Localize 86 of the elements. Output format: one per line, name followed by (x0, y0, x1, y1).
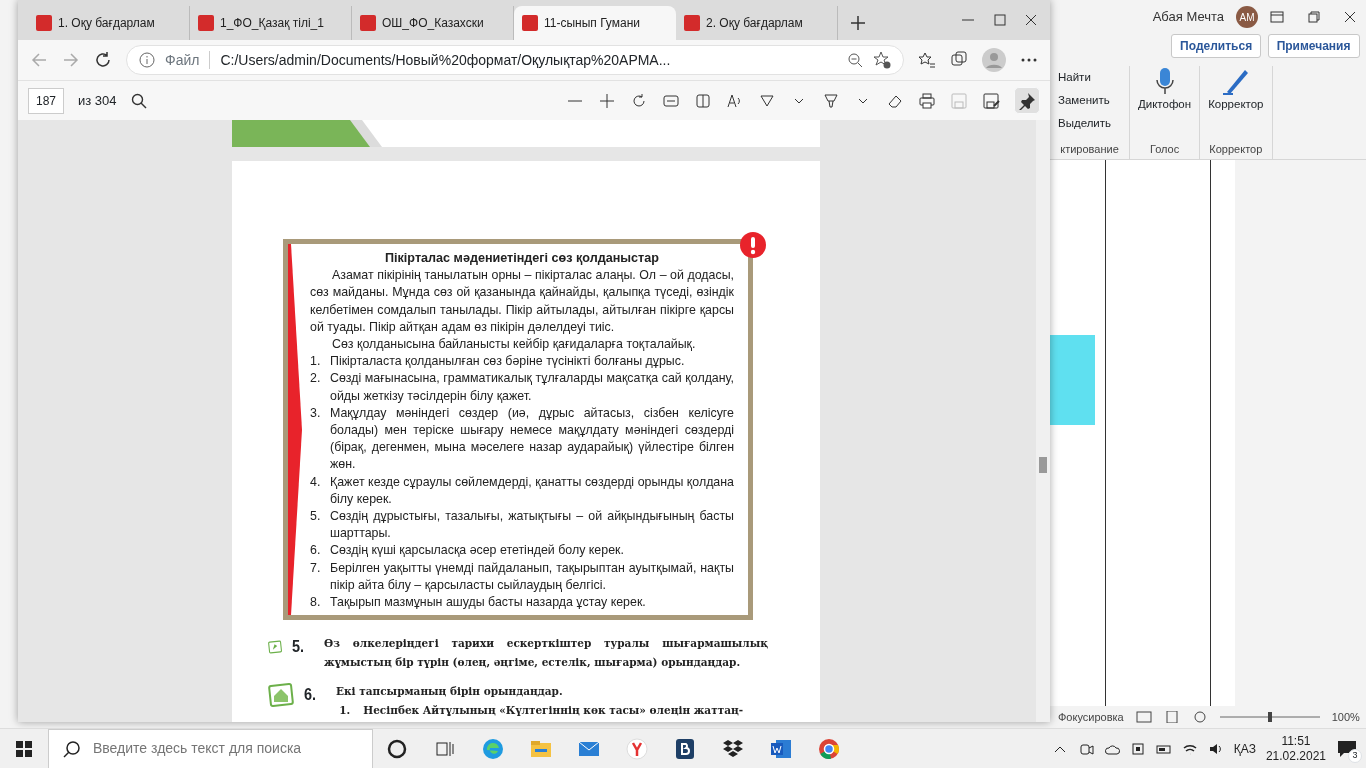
collections-icon[interactable] (950, 51, 968, 69)
pdf-icon (360, 15, 376, 31)
list-number: 6. (310, 542, 322, 560)
profile-icon[interactable] (982, 48, 1006, 72)
list-item-text: Сөздің дұрыстығы, тазалығы, жатықтығы – ой айқындығының басты шарттары. (330, 508, 734, 543)
add-favorite-icon[interactable] (873, 51, 891, 69)
ribbon-item[interactable]: Заменить (1058, 89, 1121, 112)
list-number: 1. (310, 353, 322, 371)
paragraph: Сөз қолданысына байланысты кейбір қағидаларға тоқталайық. (331, 336, 697, 353)
list-item-text: Пікірталаста қолданылған сөз бәріне түсінікті болғаны дұрыс. (330, 353, 685, 371)
close-icon[interactable] (1344, 11, 1356, 23)
task-number: 6. (303, 684, 317, 707)
user-avatar[interactable]: АМ (1236, 6, 1258, 28)
page-total: из 304 (78, 91, 117, 110)
zoom-level: 100% (1331, 709, 1360, 725)
info-icon (139, 52, 155, 68)
address-label: Файл (165, 50, 200, 70)
list-item-text: Тақырып мазмұнын ашуды басты назарда ұстау керек. (330, 594, 646, 612)
print-icon[interactable] (917, 91, 936, 110)
ribbon-button[interactable]: Корректор (1208, 96, 1264, 114)
task-text: Несіпбек Айтұлының «Күлтегіннің көк тасы» өлеңін жаттаң- (363, 703, 744, 719)
pdf-icon (198, 15, 214, 31)
list-number: 7. (310, 559, 322, 577)
ribbon-item[interactable]: Найти (1058, 66, 1121, 89)
close-icon[interactable] (1025, 14, 1037, 26)
list-number: 3. (310, 404, 322, 422)
chrome-icon[interactable] (817, 736, 841, 761)
list-item-text: Сөздің күші қарсыласқа әсер ететіндей болу керек. (330, 542, 624, 560)
yandex-browser-icon[interactable] (625, 736, 649, 761)
browser-app-icon[interactable] (481, 736, 505, 761)
list-item-text: Сөзді мағынасына, грамматикалық тұлғаларды мақсатқа сай қолдану, ойды жеткізу тәсілдерін білу қажет. (330, 370, 734, 405)
list-number: 5. (310, 508, 322, 526)
taskbar-search-box[interactable]: Введите здесь текст для поиска (48, 728, 373, 768)
user-name: Абая Мечта (1152, 8, 1224, 27)
page-view-icon[interactable] (693, 91, 712, 110)
restore-ribbon-icon[interactable] (1270, 11, 1284, 23)
web-layout-icon[interactable] (1191, 711, 1208, 723)
list-item-text: Мақұлдау мәніндегі сөздер (иә, дұрыс айтасыз, сізбен келісуге болады) мен теріске шығару немесе мақұлдату мәніндегі сөздерді (бірақ, дегенмен, мына мәселеге назар аударайық) үйлестіре білген жөн. (330, 404, 734, 474)
list-number: 4. (310, 473, 322, 491)
clock[interactable]: 11:51 21.02.2021 (1265, 733, 1326, 764)
letter-b-app-icon[interactable] (673, 736, 697, 761)
group-label: ктирование (1059, 141, 1120, 157)
notifications-icon[interactable] (1336, 738, 1358, 759)
refresh-icon[interactable] (94, 51, 112, 69)
task-text: Өз өлкелеріңдегі тарихи ескерткіштер туралы шығармашылық жұмыстың бір түрін (өлең, әңгіме, естелік, шығарма) орындаңдар. (324, 636, 768, 671)
share-button[interactable]: Поделиться (1171, 34, 1262, 58)
zoom-in-icon[interactable] (597, 91, 616, 110)
favorites-icon[interactable] (918, 51, 936, 69)
box-title: Пікірталас мәдениетіндегі сөз қолданыстар (384, 250, 660, 267)
language-indicator[interactable]: ҚАЗ (1233, 739, 1256, 758)
pdf-icon (522, 15, 538, 31)
search-icon[interactable] (130, 92, 147, 109)
house-sign-icon (268, 682, 294, 709)
zoom-out-icon[interactable] (847, 52, 863, 68)
pdf-icon (36, 15, 52, 31)
pdf-icon (684, 15, 700, 31)
search-icon (63, 739, 81, 758)
ribbon-button[interactable]: Диктофон (1138, 96, 1192, 114)
taskbar-search-field[interactable]: Введите здесь текст для поиска (91, 737, 372, 760)
warning-icon (740, 232, 766, 258)
pin-icon (1017, 91, 1036, 110)
maximize-icon[interactable] (993, 14, 1006, 26)
zoom-slider-icon[interactable] (1219, 711, 1320, 723)
paragraph: Азамат пікірінің танылатын орны – пікірталас алаңы. Ол – ой додасы, сөз майданы. Мұнда сөз ой қазанында қайнайды, қалыпқа түседі, өзіндік келбетімен сомдалып танылады. Пікір айтылады, айтылған пікірге қарсы ой туады. Пікір айтқан адам өз пікірін дәлелдеуі тиіс. (310, 267, 734, 336)
page-number-field[interactable]: 187 (28, 87, 64, 114)
group-label: Корректор (1209, 141, 1263, 157)
list-item-text: Берілген уақытты үнемді пайдаланып, тақырыптан ауытқымай, нақты пікір айта білу – қарсыласты сыйлаудың белгісі. (330, 559, 734, 594)
list-number: 2. (310, 370, 322, 388)
url-text: C:/Users/admin/Documents/Новый%20формат/Оқулықтар%20АРМА... (220, 50, 672, 70)
save-as-icon[interactable] (981, 91, 1000, 110)
highlighter-icon[interactable] (821, 91, 840, 110)
list-number: 8. (310, 594, 322, 612)
task-number: 5. (292, 636, 306, 659)
browser-tab[interactable]: 11-сынып Гумани (514, 6, 676, 40)
address-bar[interactable]: Файл C:/Users/admin/Documents/Новый%20формат/Оқулықтар%20АРМА... (126, 45, 904, 75)
group-label: Голос (1149, 141, 1180, 157)
restore-icon[interactable] (1308, 11, 1320, 23)
list-number: 1. (339, 703, 351, 719)
scrollbar[interactable] (1036, 120, 1050, 722)
focus-mode-label[interactable]: Фокусировка (1058, 708, 1124, 726)
notes-button[interactable]: Примечания (1267, 34, 1360, 58)
list-item-text: Қажет кезде сұраулы сөйлемдерді, қанатты сөздерді орынды қолдана білу керек. (330, 473, 734, 508)
windows-logo-icon (16, 740, 32, 757)
pin-toolbar-button[interactable] (1013, 87, 1040, 114)
task-text: Екі тапсырманың бірін орындаңдар. (336, 684, 564, 700)
ribbon-item[interactable]: Выделить (1058, 112, 1121, 135)
